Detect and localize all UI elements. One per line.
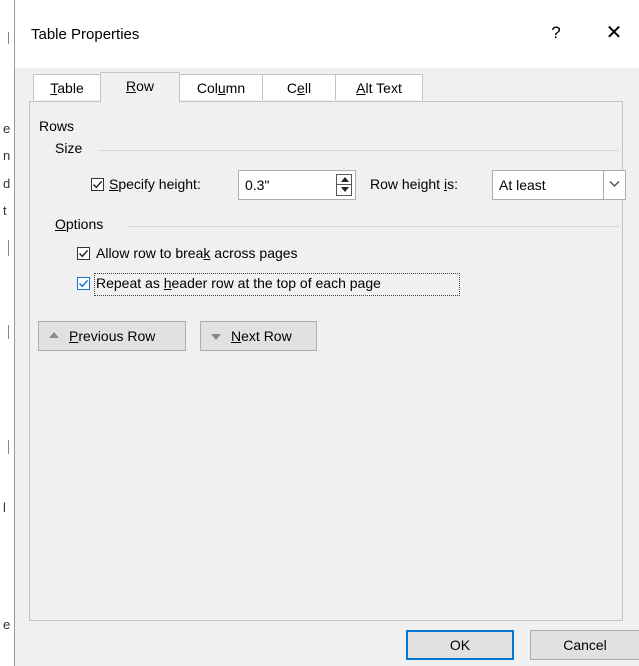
allow-break-checkbox[interactable] [77,247,90,260]
chevron-down-icon [609,181,620,187]
rows-heading: Rows [39,118,75,134]
spin-up-icon[interactable] [341,177,349,182]
help-button[interactable]: ? [543,18,569,48]
tab-cell-label: ll [304,80,312,96]
tab-column-label: mn [225,80,246,96]
previous-row-button[interactable]: Previous Row [38,321,186,351]
background-text: t [3,203,7,218]
spinner-divider [337,184,351,185]
tab-row[interactable]: Row [100,72,180,103]
repeat-header-checkbox[interactable] [77,277,90,290]
repeat-header-label[interactable]: Repeat as header row at the top of each … [96,275,381,291]
tab-cell-access-key: e [297,80,305,96]
options-access-key: O [55,216,66,232]
repeat-header-text-start: Repeat as [96,275,164,291]
tab-row-access-key: R [125,78,137,94]
next-row-text: ext Row [241,328,292,344]
allow-break-text-start: Allow row to brea [96,245,204,261]
background-ruler-mark [8,32,9,44]
allow-break-label[interactable]: Allow row to break across pages [96,245,298,261]
row-height-spinner[interactable]: 0.3" [238,170,356,200]
size-separator [99,150,619,151]
row-height-is-text: s: [447,176,458,192]
triangle-up-icon [49,332,59,338]
options-heading: Options [55,216,103,232]
repeat-header-access-key: h [163,275,172,291]
tab-cell-label-start: C [286,80,298,96]
close-button[interactable]: ✕ [599,18,629,48]
tab-column[interactable]: Column [179,74,263,100]
next-row-label: Next Row [231,322,292,350]
spin-down-icon[interactable] [341,187,349,192]
specify-height-text: pecify height: [118,176,201,192]
background-ruler-mark [8,440,9,454]
tab-table-label: able [57,80,84,96]
tab-table[interactable]: Table [33,74,101,100]
tab-cell[interactable]: Cell [262,74,336,100]
triangle-down-icon [211,334,221,340]
dialog-titlebar: Table Properties ? ✕ [15,0,639,68]
previous-row-text: revious Row [78,328,156,344]
specify-height-access-key: S [109,176,119,192]
options-text: ptions [65,216,104,232]
table-properties-dialog: Table Properties ? ✕ Table Row Column Ce… [14,0,639,666]
previous-row-label: Previous Row [69,322,155,350]
allow-break-text: across pages [210,245,298,261]
background-text: n [3,148,11,163]
checkmark-icon [79,279,89,288]
background-document: e n d t l e [0,0,14,666]
tab-column-access-key: u [217,80,226,96]
row-height-value[interactable]: 0.3" [245,177,269,193]
specify-height-checkbox[interactable] [91,178,104,191]
repeat-header-text: eader row at the top of each page [171,275,381,291]
tab-alt-text-access-key: A [356,80,366,96]
background-ruler-mark [8,240,9,256]
ok-button[interactable]: OK [406,630,514,660]
background-text: e [3,617,11,632]
row-height-is-label: Row height is: [370,176,458,192]
background-text: l [3,500,6,515]
cancel-button[interactable]: Cancel [530,630,639,660]
spinner-buttons[interactable] [336,174,352,196]
options-separator [127,226,619,227]
previous-row-access-key: P [69,328,79,344]
row-height-mode-select[interactable]: At least [492,170,626,200]
specify-height-label[interactable]: Specify height: [109,176,201,192]
next-row-button[interactable]: Next Row [200,321,317,351]
next-row-access-key: N [231,328,242,344]
size-heading: Size [55,140,83,156]
background-text: e [3,121,11,136]
tab-alt-text[interactable]: Alt Text [335,74,423,100]
tab-column-label-start: Col [196,80,218,96]
checkmark-icon [93,180,103,189]
checkmark-icon [79,249,89,258]
background-text: d [3,176,11,191]
dropdown-button[interactable] [603,171,625,199]
row-height-mode-value: At least [499,177,546,193]
tab-row-label: ow [136,78,155,94]
row-height-is-text-start: Row height [370,176,444,192]
background-ruler-mark [8,325,9,339]
dialog-title: Table Properties [31,26,140,43]
tab-alt-text-label: lt Text [365,80,402,96]
